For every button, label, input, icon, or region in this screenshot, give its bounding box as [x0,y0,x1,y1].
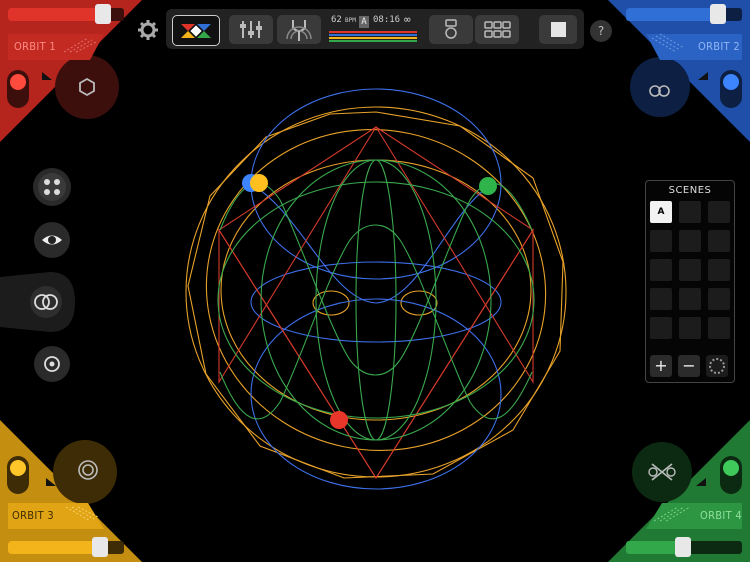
scene-slot[interactable] [679,201,701,223]
target-icon [44,356,60,372]
scene-slot[interactable] [679,259,701,281]
eye-icon [42,235,62,245]
tuning-button[interactable] [277,15,321,44]
channel-meters [329,31,417,42]
scene-slot[interactable] [679,288,701,310]
scene-slot[interactable] [650,230,672,252]
scene-slot[interactable] [650,259,672,281]
tempo-value: 62 [331,15,342,25]
center-button[interactable] [34,346,70,382]
time-display: 08:16 [373,15,401,25]
stop-button[interactable] [539,15,577,44]
scene-slot[interactable] [679,230,701,252]
loading-ring-icon [709,358,725,374]
grid-layout-icon [484,21,511,38]
instrument-button[interactable] [429,15,473,44]
orbit-4-marker[interactable] [479,177,497,195]
orbit-visualization[interactable] [0,0,750,562]
overlay-mode-button[interactable] [0,272,75,332]
scenes-panel: SCENES A + − [645,180,735,383]
scene-slot[interactable]: A [650,201,672,223]
loop-symbol: ∞ [404,13,411,26]
four-dots-icon [38,173,66,201]
scene-slot[interactable] [708,230,730,252]
mixer-sliders-icon [240,21,262,38]
add-scene-button[interactable]: + [650,355,672,377]
mixer-button[interactable] [229,15,273,44]
scene-progress-button[interactable] [706,355,728,377]
stop-icon [551,22,566,37]
tempo-display[interactable]: 62 BPM A 08:16 ∞ [329,13,417,29]
help-button[interactable]: ? [590,20,612,42]
scene-slot[interactable] [708,201,730,223]
tuning-fork-icon [286,20,312,41]
scene-slot[interactable] [708,259,730,281]
visibility-button[interactable] [34,222,70,258]
tempo-unit: BPM [345,17,356,24]
scene-slot[interactable] [679,317,701,339]
scene-letter: A [359,16,369,28]
orbit-1-marker[interactable] [330,411,348,429]
scenes-title: SCENES [668,185,712,196]
grid-button[interactable] [475,15,519,44]
scene-slot[interactable] [650,317,672,339]
link-orbits-button[interactable] [33,168,71,206]
scene-slot[interactable] [650,288,672,310]
orbit-3-marker[interactable] [250,174,268,192]
scene-slot[interactable] [708,317,730,339]
scene-slot[interactable] [708,288,730,310]
orbit-3-path [187,111,564,479]
palette-button[interactable] [172,15,220,46]
toolbar: 62 BPM A 08:16 ∞ [166,9,584,49]
gear-icon[interactable] [137,19,159,41]
color-palette-icon [181,24,211,38]
remove-scene-button[interactable]: − [678,355,700,377]
orbit-4-path [217,159,535,441]
instrument-icon [445,19,457,39]
